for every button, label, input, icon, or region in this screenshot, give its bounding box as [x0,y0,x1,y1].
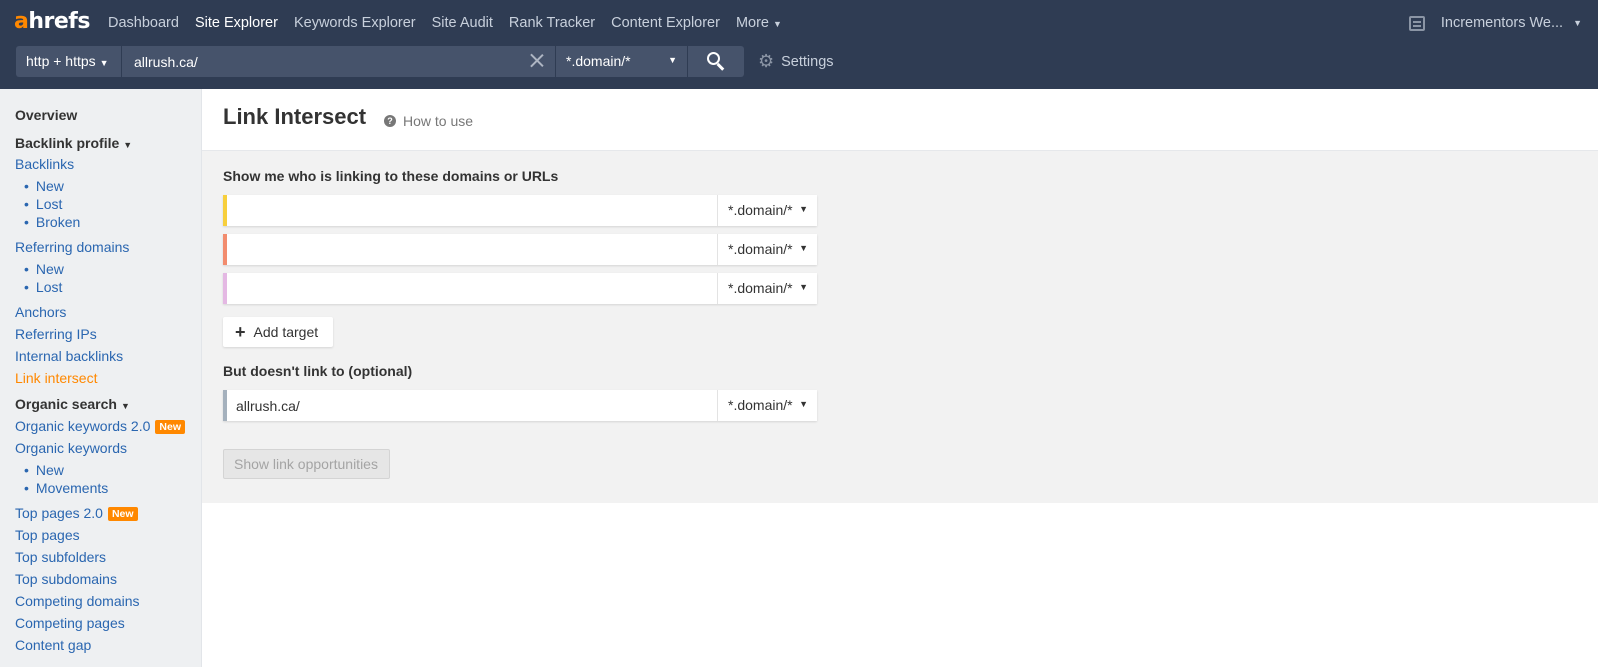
url-input[interactable] [122,46,555,77]
show-link-opportunities-button[interactable]: Show link opportunities [223,449,390,479]
nav-dashboard[interactable]: Dashboard [108,15,179,31]
search-button[interactable] [688,46,744,77]
nav-content-explorer[interactable]: Content Explorer [611,15,720,31]
sidebar-item-top-subfolders[interactable]: Top subfolders [15,549,106,565]
sidebar-item-anchors[interactable]: Anchors [15,304,66,320]
nav-site-explorer[interactable]: Site Explorer [195,15,278,31]
sidebar-item-organic-keywords-2[interactable]: Organic keywords 2.0 New [15,418,185,434]
caret-down-icon: ▼ [668,55,677,65]
exclude-input[interactable] [227,390,717,421]
sidebar-item-top-pages-2[interactable]: Top pages 2.0 New [15,505,138,521]
sidebar-item-organic-keywords-new[interactable]: New [24,462,64,478]
sidebar-item-top-subdomains[interactable]: Top subdomains [15,571,117,587]
sidebar-item-referring-ips[interactable]: Referring IPs [15,326,97,342]
account-name: Incrementors We... [1440,15,1564,31]
sidebar-item-competing-domains[interactable]: Competing domains [15,593,140,609]
mode-select[interactable]: *.domain/* ▼ [556,46,688,77]
protocol-select[interactable]: http + https ▼ [16,46,122,77]
target-mode-select[interactable]: *.domain/* ▼ [717,273,817,304]
ahrefs-logo[interactable]: ahrefs [14,9,90,34]
top-navigation: ahrefs Dashboard Site Explorer Keywords … [0,0,1598,89]
page-title: Link Intersect [223,104,367,129]
caret-down-icon: ▼ [799,204,808,214]
sidebar-item-backlinks-new[interactable]: New [24,178,64,194]
target-mode-select[interactable]: *.domain/* ▼ [717,195,817,226]
sidebar-item-referring-domains[interactable]: Referring domains [15,239,129,255]
exclude-mode-select[interactable]: *.domain/* ▼ [717,390,817,421]
search-bar: http + https▼ *.domain/*▼ ⚙ Settings [16,46,834,77]
link-intersect-form: Show me who is linking to these domains … [202,151,1598,503]
add-target-button[interactable]: + Add target [223,317,333,347]
targets-label: Show me who is linking to these domains … [223,168,559,184]
main-nav: Dashboard Site Explorer Keywords Explore… [108,15,798,31]
caret-down-icon: ▼ [123,140,133,150]
sidebar-item-referring-domains-new[interactable]: New [24,261,64,277]
caret-down-icon: ▼ [799,399,808,409]
nav-keywords-explorer[interactable]: Keywords Explorer [294,15,416,31]
target-input[interactable] [227,273,717,304]
how-to-use-link[interactable]: ? How to use [384,113,473,129]
nav-rank-tracker[interactable]: Rank Tracker [509,15,595,31]
caret-down-icon: ▼ [99,58,109,68]
target-input[interactable] [227,195,717,226]
sidebar-item-content-gap[interactable]: Content gap [15,637,91,653]
target-row: *.domain/* ▼ [223,195,817,226]
sidebar-item-referring-domains-lost[interactable]: Lost [24,279,62,295]
target-row: *.domain/* ▼ [223,273,817,304]
sidebar-item-organic-keywords[interactable]: Organic keywords [15,440,127,456]
exclude-label: But doesn't link to (optional) [223,363,413,379]
caret-down-icon: ▼ [799,282,808,292]
sidebar-item-backlinks-broken[interactable]: Broken [24,214,80,230]
url-input-wrapper [122,46,556,77]
help-icon: ? [384,115,396,127]
sidebar-item-organic-keywords-movements[interactable]: Movements [24,480,108,496]
plus-icon: + [235,322,246,342]
exclude-row: *.domain/*▼ [223,390,817,421]
account-menu[interactable]: Incrementors We... ▼ [1408,15,1582,31]
settings-button[interactable]: ⚙ Settings [758,46,834,77]
sidebar-item-internal-backlinks[interactable]: Internal backlinks [15,348,123,364]
nav-more[interactable]: More ▼ [736,15,782,31]
target-row: *.domain/* ▼ [223,234,817,265]
caret-down-icon: ▼ [120,401,130,411]
sidebar-section-backlink-profile[interactable]: Backlink profile ▼ [15,135,132,151]
sidebar-item-overview[interactable]: Overview [15,107,77,123]
nav-site-audit[interactable]: Site Audit [432,15,493,31]
sidebar-item-link-intersect[interactable]: Link intersect [15,370,97,386]
sidebar-section-organic-search[interactable]: Organic search ▼ [15,396,130,412]
page-header: Link Intersect ? How to use [202,89,1598,151]
sidebar-item-backlinks[interactable]: Backlinks [15,156,74,172]
target-input[interactable] [227,234,717,265]
new-badge: New [107,507,138,521]
caret-down-icon: ▼ [799,243,808,253]
gear-icon: ⚙ [758,51,775,71]
sidebar: Overview Backlink profile▼ Backlinks New… [0,89,202,667]
caret-down-icon: ▼ [1573,18,1582,28]
sidebar-item-competing-pages[interactable]: Competing pages [15,615,125,631]
clear-icon[interactable] [529,52,545,68]
sidebar-item-top-pages[interactable]: Top pages [15,527,80,543]
target-mode-select[interactable]: *.domain/* ▼ [717,234,817,265]
caret-down-icon: ▼ [773,19,782,29]
new-badge: New [155,420,185,434]
sidebar-item-backlinks-lost[interactable]: Lost [24,196,62,212]
notes-icon[interactable] [1408,15,1425,31]
